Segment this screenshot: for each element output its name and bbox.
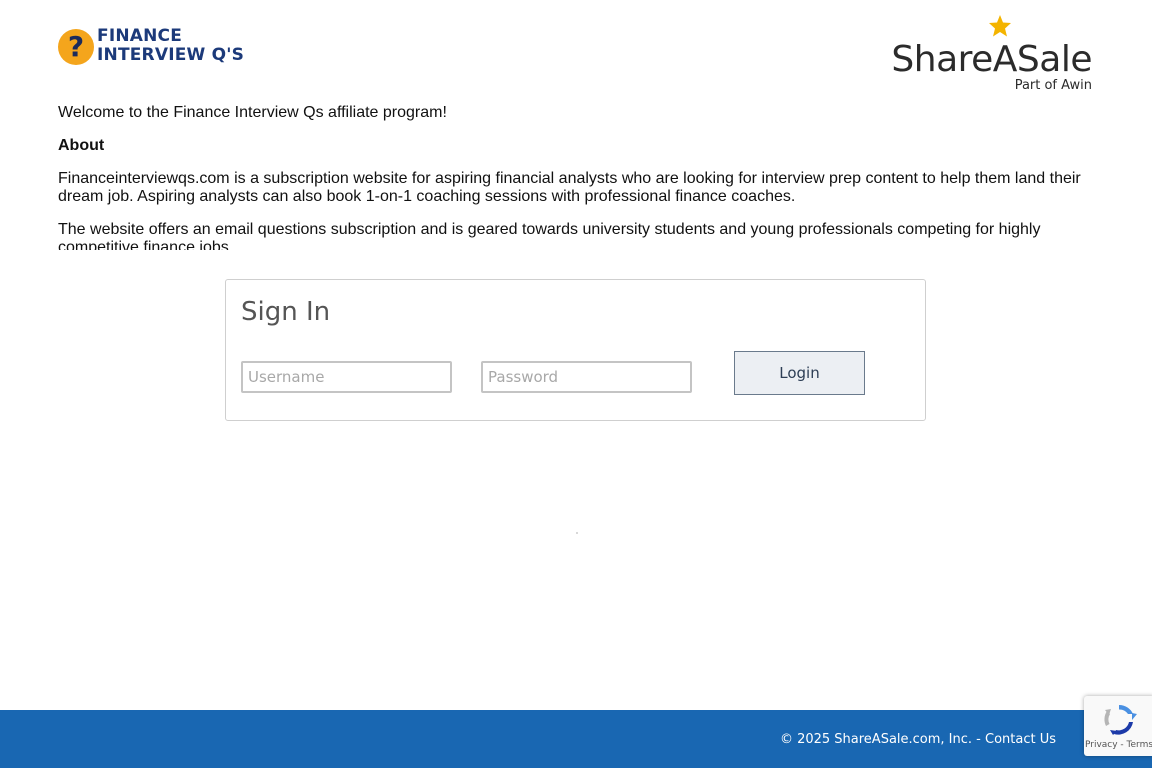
shareasale-logo: ShareASale Part of Awin [891,14,1092,93]
merchant-logo-line2: INTERVIEW Q'S [97,45,245,65]
about-paragraph-1: Financeinterviewqs.com is a subscription… [58,170,1081,205]
about-heading: About [58,137,105,154]
program-description: Welcome to the Finance Interview Qs affi… [58,104,1098,250]
about-paragraph-2: The website offers an email questions su… [58,221,1041,250]
contact-us-link[interactable]: Contact Us [985,732,1056,747]
recaptcha-links[interactable]: Privacy - Terms [1084,740,1152,750]
welcome-text: Welcome to the Finance Interview Qs affi… [58,104,447,121]
footer-copyright-line: © 2025 ShareASale.com, Inc. - Contact Us [780,732,1056,747]
shareasale-subtitle: Part of Awin [1014,78,1092,93]
recaptcha-icon [1104,704,1137,735]
signin-panel: Sign In Login [225,279,926,421]
merchant-logo-text: FINANCE INTERVIEW Q'S [97,27,244,65]
signin-title: Sign In [241,297,331,327]
login-button[interactable]: Login [734,351,865,395]
merchant-logo: ? FINANCE INTERVIEW Q'S [58,27,244,69]
star-icon [989,15,1011,37]
copyright-text: © 2025 ShareASale.com, Inc. - [779,732,985,747]
question-mark-icon: ? [58,29,94,65]
password-input[interactable] [481,361,692,393]
stray-dot [576,532,578,534]
username-input[interactable] [241,361,452,393]
merchant-logo-line1: FINANCE [97,26,183,46]
recaptcha-badge[interactable]: Privacy - Terms [1084,696,1152,756]
shareasale-brand: ShareASale [891,39,1092,80]
footer: © 2025 ShareASale.com, Inc. - Contact Us [0,710,1152,768]
